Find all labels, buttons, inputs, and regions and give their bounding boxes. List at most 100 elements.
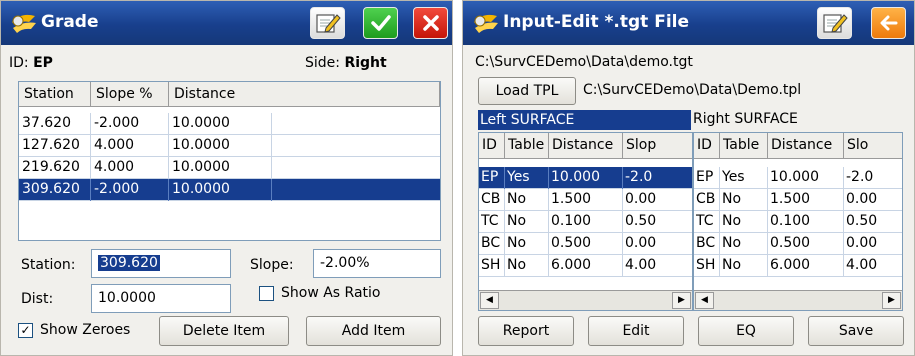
grade-title: Grade — [41, 12, 99, 32]
cell-id: TC — [479, 211, 505, 233]
left-surface-tab[interactable]: Left SURFACE — [478, 110, 691, 130]
show-zeroes-checkbox[interactable]: ✓ — [18, 323, 33, 338]
cell-station: 127.620 — [19, 135, 91, 157]
edit-button[interactable] — [310, 7, 345, 39]
table-row[interactable]: SH No 6.000 4.00 — [479, 255, 692, 277]
cell-id: BC — [694, 233, 720, 255]
station-input[interactable]: 309.620 — [91, 249, 231, 278]
scroll-right-arrow-icon[interactable]: ▶ — [882, 292, 901, 309]
cell-id: EP — [479, 167, 505, 189]
ok-button[interactable] — [363, 7, 398, 39]
edit-notepad-icon — [822, 14, 848, 33]
edit-button[interactable] — [817, 7, 852, 39]
right-horizontal-scrollbar[interactable]: ◀ ▶ — [694, 290, 902, 310]
station-value: 309.620 — [98, 255, 160, 271]
cell-slope: -2.000 — [91, 179, 169, 201]
back-button[interactable] — [871, 7, 906, 39]
column-header-distance[interactable]: Distance — [768, 133, 844, 159]
column-header-table[interactable]: Table — [505, 133, 549, 159]
cell-slope: 0.00 — [844, 233, 902, 255]
table-row-selected[interactable]: EP Yes 10.000 -2.0 — [479, 167, 692, 189]
id-value: EP — [33, 55, 53, 71]
right-surface-tab[interactable]: Right SURFACE — [693, 111, 798, 127]
scroll-left-arrow-icon[interactable]: ◀ — [695, 292, 714, 309]
cell-table: No — [720, 255, 768, 277]
cell-distance: 10.0000 — [169, 135, 272, 157]
table-row[interactable]: EP Yes 10.000 -2.0 — [694, 167, 902, 189]
cell-slope: 0.00 — [623, 233, 692, 255]
scroll-left-arrow-icon[interactable]: ◀ — [480, 292, 499, 309]
column-header-station[interactable]: Station — [19, 82, 91, 107]
report-button[interactable]: Report — [478, 316, 574, 346]
back-arrow-icon — [880, 15, 897, 31]
cell-station: 309.620 — [19, 179, 91, 201]
slope-label: Slope: — [250, 257, 294, 273]
table-row[interactable]: 37.620 -2.000 10.0000 — [19, 113, 440, 135]
column-header-table[interactable]: Table — [720, 133, 768, 159]
show-zeroes-label[interactable]: Show Zeroes — [40, 322, 130, 338]
slope-input[interactable]: -2.00% — [313, 249, 441, 278]
checkmark-small-icon: ✓ — [20, 323, 31, 337]
cell-distance: 0.500 — [768, 233, 844, 255]
cell-table: No — [720, 211, 768, 233]
table-row[interactable]: BC No 0.500 0.00 — [479, 233, 692, 255]
edit-action-button[interactable]: Edit — [588, 316, 684, 346]
cell-distance: 10.0000 — [169, 157, 272, 179]
cell-distance: 0.500 — [549, 233, 623, 255]
table-row[interactable]: SH No 6.000 4.00 — [694, 255, 902, 277]
column-header-slope[interactable]: Slope % — [91, 82, 169, 107]
show-as-ratio-checkbox[interactable] — [259, 286, 274, 301]
file-path: C:\SurvCEDemo\Data\demo.tgt — [475, 54, 693, 70]
cell-slope: 0.00 — [623, 189, 692, 211]
column-header-id[interactable]: ID — [479, 133, 505, 159]
cell-distance: 6.000 — [549, 255, 623, 277]
tpl-path: C:\SurvCEDemo\Data\Demo.tpl — [583, 82, 802, 98]
close-icon — [422, 15, 439, 31]
cell-distance: 1.500 — [768, 189, 844, 211]
grade-table[interactable]: Station Slope % Distance 37.620 -2.000 1… — [18, 81, 441, 241]
cell-distance: 0.100 — [768, 211, 844, 233]
column-header-id[interactable]: ID — [694, 133, 720, 159]
left-surface-grid[interactable]: ID Table Distance Slop EP Yes 10.000 -2.… — [478, 132, 693, 311]
column-header-distance[interactable]: Distance — [169, 82, 440, 107]
table-row[interactable]: TC No 0.100 0.50 — [479, 211, 692, 233]
table-row[interactable]: 127.620 4.000 10.0000 — [19, 135, 440, 157]
table-row[interactable]: TC No 0.100 0.50 — [694, 211, 902, 233]
id-label: ID: EP — [9, 55, 53, 71]
show-as-ratio-label[interactable]: Show As Ratio — [281, 285, 381, 301]
app-logo-icon — [474, 14, 498, 33]
app-logo-icon — [12, 14, 36, 33]
cell-slope: 4.000 — [91, 135, 169, 157]
table-row[interactable]: 219.620 4.000 10.0000 — [19, 157, 440, 179]
eq-button[interactable]: EQ — [698, 316, 794, 346]
cancel-button[interactable] — [413, 7, 448, 39]
cell-slope: -2.0 — [623, 167, 692, 189]
column-header-slope[interactable]: Slop — [623, 133, 692, 159]
table-row[interactable]: BC No 0.500 0.00 — [694, 233, 902, 255]
grade-window: Grade ID: EP Side: Right Station Slope % — [0, 0, 453, 356]
input-edit-titlebar: Input-Edit *.tgt File — [463, 1, 914, 45]
station-label: Station: — [21, 257, 76, 273]
right-surface-grid[interactable]: ID Table Distance Slo EP Yes 10.000 -2.0… — [693, 132, 903, 311]
delete-item-button[interactable]: Delete Item — [159, 316, 289, 346]
cell-distance: 10.0000 — [169, 113, 272, 135]
cell-slope: 0.00 — [844, 189, 902, 211]
scroll-right-arrow-icon[interactable]: ▶ — [672, 292, 691, 309]
table-row[interactable]: CB No 1.500 0.00 — [479, 189, 692, 211]
cell-slope: 4.00 — [623, 255, 692, 277]
cell-table: No — [720, 233, 768, 255]
cell-table: Yes — [505, 167, 549, 189]
save-button[interactable]: Save — [808, 316, 904, 346]
add-item-button[interactable]: Add Item — [306, 316, 441, 346]
cell-table: No — [505, 233, 549, 255]
column-header-slope[interactable]: Slo — [844, 133, 902, 159]
cell-id: TC — [694, 211, 720, 233]
dist-input[interactable]: 10.0000 — [91, 284, 231, 313]
table-row-selected[interactable]: 309.620 -2.000 10.0000 — [19, 179, 440, 201]
table-row[interactable]: CB No 1.500 0.00 — [694, 189, 902, 211]
cell-slope: 4.00 — [844, 255, 902, 277]
column-header-distance[interactable]: Distance — [549, 133, 623, 159]
left-horizontal-scrollbar[interactable]: ◀ ▶ — [479, 290, 692, 310]
load-tpl-button[interactable]: Load TPL — [478, 77, 576, 105]
cell-id: CB — [694, 189, 720, 211]
